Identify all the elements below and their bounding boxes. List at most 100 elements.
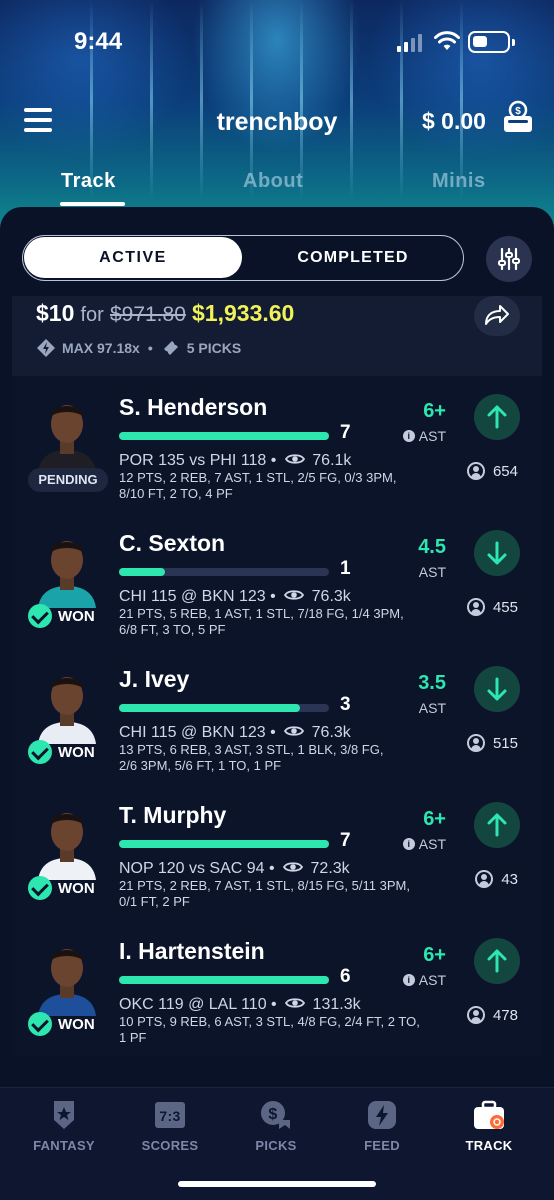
box-score-line-1: 13 PTS, 6 REB, 3 AST, 3 STL, 1 BLK, 3/8 … [119,742,384,757]
eye-icon [284,590,305,600]
nav-track-label: TRACK [465,1138,513,1153]
box-score-line-2: 1 PF [119,1030,147,1045]
eye-icon [284,454,305,464]
pick-status-pending: PENDING [28,468,108,492]
game-score-line: OKC 119 @ LAL 110 • 131.3k [119,996,361,1014]
current-stat-value: 7 [340,422,351,443]
tab-track[interactable]: Track [61,170,116,193]
segment-active[interactable]: ACTIVE [24,237,242,278]
top-bar: trenchboy $ 0.00 $ [0,98,554,148]
pick-line-stat: AST [419,700,446,716]
arrow-down-icon [487,541,507,565]
pick-row[interactable]: WON T. Murphy 7 NOP 120 vs SAC 94 • 72.3… [12,798,542,934]
info-icon: i [402,838,415,850]
player-name: S. Henderson [119,394,268,420]
pick-stat-label: AST [418,428,446,444]
game-score: OKC 119 @ LAL 110 • [119,996,277,1013]
player-headshot [38,405,96,472]
over-arrow-button[interactable] [474,394,520,440]
box-score-line-2: 2/6 3PM, 5/6 FT, 1 TO, 1 PF [119,758,282,773]
filter-button[interactable] [486,236,532,282]
player-headshot [38,677,96,744]
pick-status-won: WON [28,1010,95,1038]
entry-meta: MAX 97.18x • 5 PICKS [36,338,241,358]
game-score-line: CHI 115 @ BKN 123 • 76.3k [119,724,351,742]
segment-completed[interactable]: COMPLETED [245,237,461,278]
user-icon [475,870,494,888]
pick-row[interactable]: WON J. Ivey 3 CHI 115 @ BKN 123 • 76.3k … [12,662,542,798]
tailers-count[interactable]: 43 [475,870,518,888]
share-button[interactable] [474,296,520,336]
view-count: 76.3k [311,588,351,605]
picks-list: PENDING S. Henderson 7 POR 135 vs PHI 11… [12,376,542,1056]
nav-feed[interactable]: FEED [337,1098,427,1153]
eye-icon [284,726,305,736]
pick-line-stat: i AST [402,428,446,444]
player-name: J. Ivey [119,666,190,692]
wifi-icon [434,31,460,50]
under-arrow-button[interactable] [474,530,520,576]
tailers-count-value: 515 [492,734,518,752]
pick-line-value: 6+ [423,944,446,966]
check-circle-icon [28,604,52,628]
entry-max-multiplier: MAX 97.18x [62,340,140,356]
game-score-line: CHI 115 @ BKN 123 • 76.3k [119,588,351,606]
under-arrow-button[interactable] [474,666,520,712]
over-arrow-button[interactable] [474,938,520,984]
info-icon: i [402,974,415,986]
player-headshot [38,541,96,608]
svg-text:$: $ [268,1106,277,1123]
progress-fill [119,704,300,712]
pick-row[interactable]: WON C. Sexton 1 CHI 115 @ BKN 123 • 76.3… [12,526,542,662]
profile-tabs: Track About Minis [0,168,554,208]
tailers-count[interactable]: 455 [466,598,518,616]
pick-row[interactable]: PENDING S. Henderson 7 POR 135 vs PHI 11… [12,390,542,526]
pick-status-won: WON [28,602,95,630]
nav-picks[interactable]: $ PICKS [231,1098,321,1153]
entry-picks-count: 5 PICKS [186,340,242,356]
pick-status-label: WON [58,743,95,761]
nav-scores-label: SCORES [141,1138,199,1153]
progress-bar [119,568,329,576]
player-name: T. Murphy [119,802,227,828]
game-score: POR 135 vs PHI 118 • [119,452,277,469]
nav-fantasy[interactable]: FANTASY [19,1098,109,1153]
sliders-icon [498,247,520,271]
progress-fill [119,840,329,848]
pick-line-stat: i AST [402,836,446,852]
view-count: 131.3k [312,996,361,1013]
box-score-line-2: 8/10 FT, 2 TO, 4 PF [119,486,233,501]
tailers-count-value: 654 [492,462,518,480]
current-stat-value: 1 [340,558,351,579]
nav-track[interactable]: TRACK [444,1098,534,1153]
user-icon [466,462,485,480]
pick-line-stat: i AST [402,972,446,988]
pick-line-value: 6+ [423,400,446,422]
view-count: 72.3k [310,860,350,877]
pick-row[interactable]: WON I. Hartenstein 6 OKC 119 @ LAL 110 •… [12,934,542,1070]
view-count: 76.1k [312,452,352,469]
entry-original-payout: $971.80 [109,303,186,326]
tailers-count-value: 455 [492,598,518,616]
multiplier-diamond-icon [37,339,55,357]
scores-icon-text: 7:3 [159,1108,180,1124]
current-stat-value: 6 [340,966,351,987]
nav-scores[interactable]: 7:3 SCORES [125,1098,215,1153]
user-icon [466,734,485,752]
pick-status-label: WON [58,879,95,897]
balance-amount[interactable]: $ 0.00 [422,108,486,135]
wallet-icon[interactable]: $ [502,100,534,134]
tailers-count[interactable]: 654 [466,462,518,480]
battery-icon [468,31,515,53]
entry-stake-line: $10 for $971.80 $1,933.60 [36,300,294,327]
tailers-count[interactable]: 515 [466,734,518,752]
scores-7-3-icon: 7:3 [155,1102,185,1128]
info-icon: i [402,430,415,442]
pick-stat-label: AST [418,972,446,988]
nav-fantasy-label: FANTASY [33,1138,95,1153]
tailers-count[interactable]: 478 [466,1006,518,1024]
box-score-line-1: 21 PTS, 5 REB, 1 AST, 1 STL, 7/18 FG, 1/… [119,606,404,621]
tab-minis[interactable]: Minis [432,170,486,193]
tab-about[interactable]: About [243,170,303,193]
over-arrow-button[interactable] [474,802,520,848]
